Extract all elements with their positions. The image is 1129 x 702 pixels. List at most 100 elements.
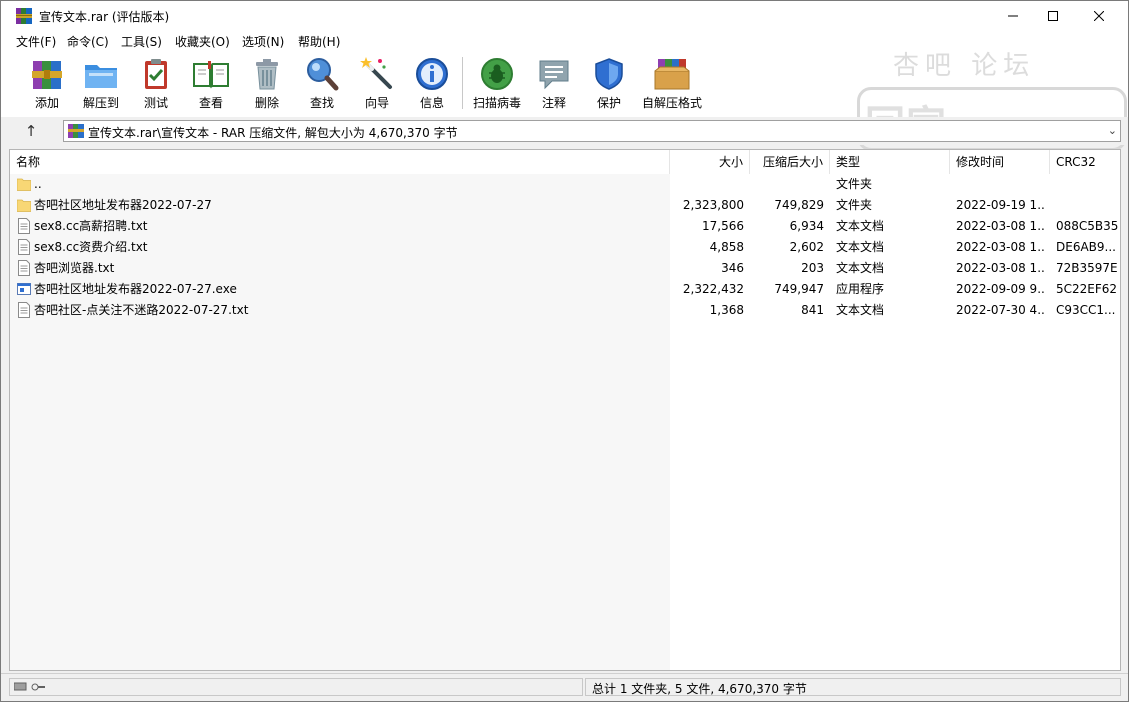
close-button[interactable]: [1076, 1, 1122, 31]
row-crc: DE6AB9...: [1056, 240, 1116, 254]
table-row[interactable]: .. 文件夹: [10, 174, 1120, 195]
toolbar: 添加 解压到 测试 查看 删除 查找 向导 信息 扫描病毒 注释 保护 自解压格…: [1, 51, 1128, 117]
row-packed: 749,947: [774, 282, 824, 296]
row-type: 文本文档: [836, 261, 885, 275]
add-icon: [32, 61, 62, 89]
shield-icon: [595, 58, 623, 90]
row-modified: 2022-07-30 4...: [956, 303, 1046, 317]
status-left-panel: [9, 678, 583, 696]
menu-help[interactable]: 帮助(H): [298, 33, 340, 50]
clipboard-check-icon: [145, 59, 167, 89]
file-list: ^ 名称 大小 压缩后大小 类型 修改时间 CRC32 .. 文件夹 杏吧社区地址发…: [9, 149, 1121, 671]
book-icon: [193, 61, 229, 89]
row-size: 17,566: [702, 219, 744, 233]
text-file-icon: [17, 260, 31, 276]
status-bar: 总计 1 文件夹, 5 文件, 4,670,370 字节: [1, 673, 1128, 700]
wizard-button[interactable]: 向导: [350, 55, 404, 113]
menu-commands[interactable]: 命令(C): [67, 33, 109, 50]
row-modified: 2022-03-08 1...: [956, 240, 1046, 254]
row-crc: C93CC1...: [1056, 303, 1116, 317]
row-packed: 6,934: [789, 219, 824, 233]
comment-button[interactable]: 注释: [527, 55, 581, 113]
minimize-icon: [1008, 15, 1018, 17]
column-name[interactable]: 名称: [10, 150, 670, 174]
row-size: 4,858: [709, 240, 744, 254]
protect-label: 保护: [596, 96, 621, 110]
comment-label: 注释: [541, 96, 566, 110]
protect-button[interactable]: 保护: [582, 55, 636, 113]
table-row[interactable]: 杏吧社区-点关注不迷路2022-07-27.txt 1,368 841 文本文档 202…: [10, 300, 1120, 321]
row-packed: 2,602: [789, 240, 824, 254]
close-icon: [1094, 11, 1104, 21]
delete-button[interactable]: 删除: [240, 55, 294, 113]
winrar-window: 宣传文本.rar (评估版本) 文件(F) 命令(C) 工具(S) 收藏夹(O)…: [0, 0, 1129, 702]
address-bar[interactable]: 宣传文本.rar\宣传文本 - RAR 压缩文件, 解包大小为 4,670,37…: [63, 120, 1121, 142]
column-type[interactable]: 类型: [830, 150, 950, 174]
column-size[interactable]: 大小: [670, 150, 750, 174]
add-button[interactable]: 添加: [20, 55, 74, 113]
menu-bar: 文件(F) 命令(C) 工具(S) 收藏夹(O) 选项(N) 帮助(H): [1, 31, 1128, 51]
row-name: 杏吧社区地址发布器2022-07-27: [34, 198, 212, 212]
column-packed[interactable]: 压缩后大小: [750, 150, 830, 174]
maximize-button[interactable]: [1030, 1, 1076, 31]
row-crc: 72B3597E: [1056, 261, 1118, 275]
archive-icon: [68, 124, 84, 138]
row-size: 1,368: [709, 303, 744, 317]
row-modified: 2022-03-08 1...: [956, 261, 1046, 275]
status-right-panel: 总计 1 文件夹, 5 文件, 4,670,370 字节: [585, 678, 1121, 696]
table-row[interactable]: 杏吧社区地址发布器2022-07-27 2,323,800 749,829 文件夹 20…: [10, 195, 1120, 216]
text-file-icon: [17, 302, 31, 318]
row-crc: 5C22EF62: [1056, 282, 1118, 296]
row-modified: [956, 174, 1046, 195]
text-file-icon: [17, 218, 31, 234]
row-modified: 2022-09-19 1...: [956, 198, 1046, 212]
wizard-label: 向导: [364, 96, 389, 110]
winrar-app-icon: [16, 8, 32, 24]
row-packed: [750, 174, 824, 195]
view-label: 查看: [198, 96, 223, 110]
row-type: 文本文档: [836, 303, 885, 317]
up-folder-button[interactable]: ↑: [21, 121, 41, 141]
row-name: ..: [34, 177, 42, 191]
row-type: 文本文档: [836, 240, 885, 254]
sfx-button[interactable]: 自解压格式: [639, 55, 705, 113]
row-modified: 2022-09-09 9...: [956, 282, 1046, 296]
magic-wand-icon: [360, 57, 392, 89]
view-button[interactable]: 查看: [184, 55, 238, 113]
text-file-icon: [17, 239, 31, 255]
table-row[interactable]: 杏吧浏览器.txt 346 203 文本文档 2022-03-08 1... 72B359…: [10, 258, 1120, 279]
status-summary: 总计 1 文件夹, 5 文件, 4,670,370 字节: [592, 682, 807, 696]
sfx-label: 自解压格式: [641, 96, 702, 110]
table-row[interactable]: 杏吧社区地址发布器2022-07-27.exe 2,322,432 749,947 应…: [10, 279, 1120, 300]
info-button[interactable]: 信息: [405, 55, 459, 113]
drive-icon[interactable]: [14, 682, 46, 692]
menu-tools[interactable]: 工具(S): [121, 33, 162, 50]
menu-options[interactable]: 选项(N): [242, 33, 284, 50]
table-row[interactable]: sex8.cc资费介绍.txt 4,858 2,602 文本文档 2022-03-08 …: [10, 237, 1120, 258]
chevron-down-icon[interactable]: ⌄: [1108, 124, 1117, 137]
address-path: 宣传文本.rar\宣传文本 - RAR 压缩文件, 解包大小为 4,670,37…: [88, 126, 458, 140]
title-bar: 宣传文本.rar (评估版本): [1, 1, 1128, 31]
row-size: 2,323,800: [682, 198, 744, 212]
menu-favorites[interactable]: 收藏夹(O): [175, 33, 230, 50]
extract-to-button[interactable]: 解压到: [74, 55, 128, 113]
row-name: sex8.cc资费介绍.txt: [34, 240, 148, 254]
find-button[interactable]: 查找: [295, 55, 349, 113]
table-row[interactable]: sex8.cc高薪招聘.txt 17,566 6,934 文本文档 2022-03-08…: [10, 216, 1120, 237]
row-type: 文件夹: [836, 198, 873, 212]
row-packed: 749,829: [774, 198, 824, 212]
maximize-icon: [1048, 11, 1058, 21]
row-name: 杏吧浏览器.txt: [34, 261, 115, 275]
column-crc[interactable]: CRC32: [1050, 150, 1120, 174]
row-crc: 088C5B35: [1056, 219, 1119, 233]
menu-file[interactable]: 文件(F): [16, 33, 56, 50]
folder-icon: [16, 197, 32, 213]
column-modified[interactable]: 修改时间: [950, 150, 1050, 174]
toolbar-separator: [462, 57, 463, 109]
virus-scan-button[interactable]: 扫描病毒: [470, 55, 524, 113]
row-name: 杏吧社区-点关注不迷路2022-07-27.txt: [34, 303, 249, 317]
find-label: 查找: [309, 96, 334, 110]
virus-scan-label: 扫描病毒: [472, 96, 521, 110]
info-icon: [416, 58, 448, 90]
test-button[interactable]: 测试: [129, 55, 183, 113]
